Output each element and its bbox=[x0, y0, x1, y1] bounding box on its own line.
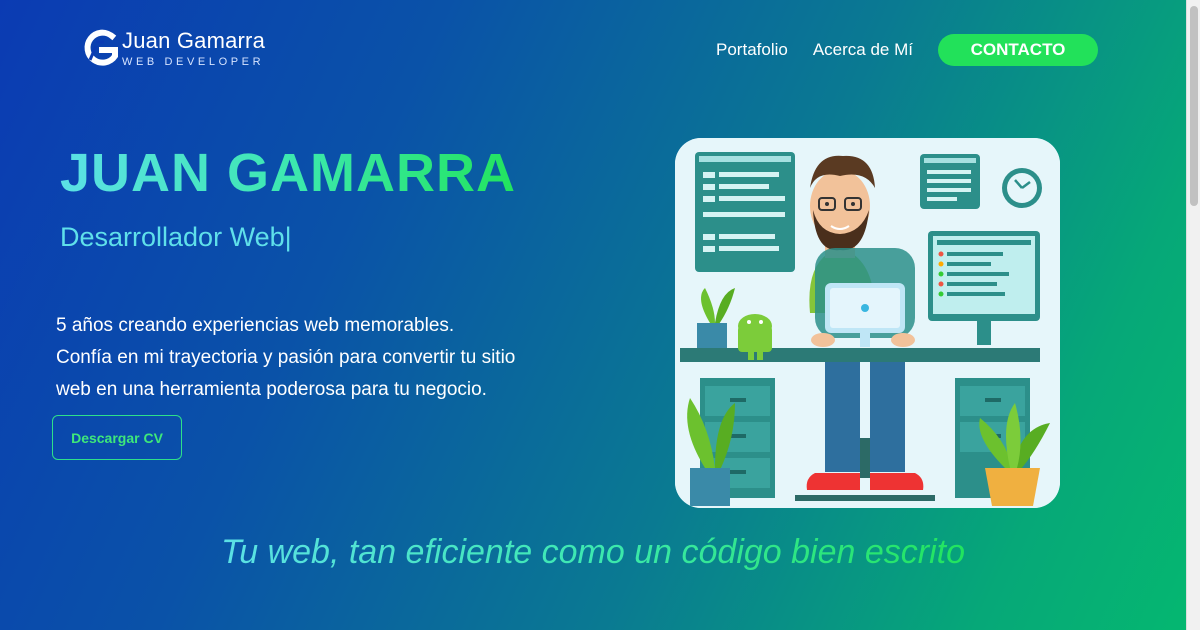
download-cv-button[interactable]: Descargar CV bbox=[52, 415, 182, 460]
tagline: Tu web, tan eficiente como un código bie… bbox=[0, 533, 1186, 572]
g-logo-icon bbox=[84, 29, 118, 66]
tagline-text: Tu web, tan eficiente como un código bie… bbox=[220, 533, 965, 571]
developer-illustration bbox=[675, 138, 1060, 508]
scrollbar-thumb[interactable] bbox=[1190, 6, 1198, 206]
nav-portfolio[interactable]: Portafolio bbox=[716, 40, 788, 60]
site-logo[interactable]: Juan Gamarra WEB DEVELOPER bbox=[82, 26, 265, 72]
contact-button[interactable]: CONTACTO bbox=[938, 34, 1098, 66]
hero-desc-line: web en una herramienta poderosa para tu … bbox=[56, 379, 487, 400]
nav-about[interactable]: Acerca de Mí bbox=[813, 40, 913, 60]
clock-icon bbox=[1002, 168, 1042, 208]
hero-description: 5 años creando experiencias web memorabl… bbox=[56, 310, 576, 406]
main-nav: Portafolio Acerca de Mí CONTACTO bbox=[716, 34, 1098, 66]
code-window-icon bbox=[695, 152, 795, 272]
vertical-scrollbar[interactable] bbox=[1186, 0, 1200, 630]
hero-subtitle: Desarrollador Web| bbox=[60, 222, 292, 252]
hero-desc-line: Confía en mi trayectoria y pasión para c… bbox=[56, 347, 516, 368]
logo-subtitle: WEB DEVELOPER bbox=[122, 56, 265, 68]
hero-desc-line: 5 años creando experiencias web memorabl… bbox=[56, 315, 455, 336]
logo-name: Juan Gamarra bbox=[122, 28, 266, 53]
hero-title: JUAN GAMARRA bbox=[60, 143, 516, 203]
chart-window-icon bbox=[920, 154, 980, 209]
